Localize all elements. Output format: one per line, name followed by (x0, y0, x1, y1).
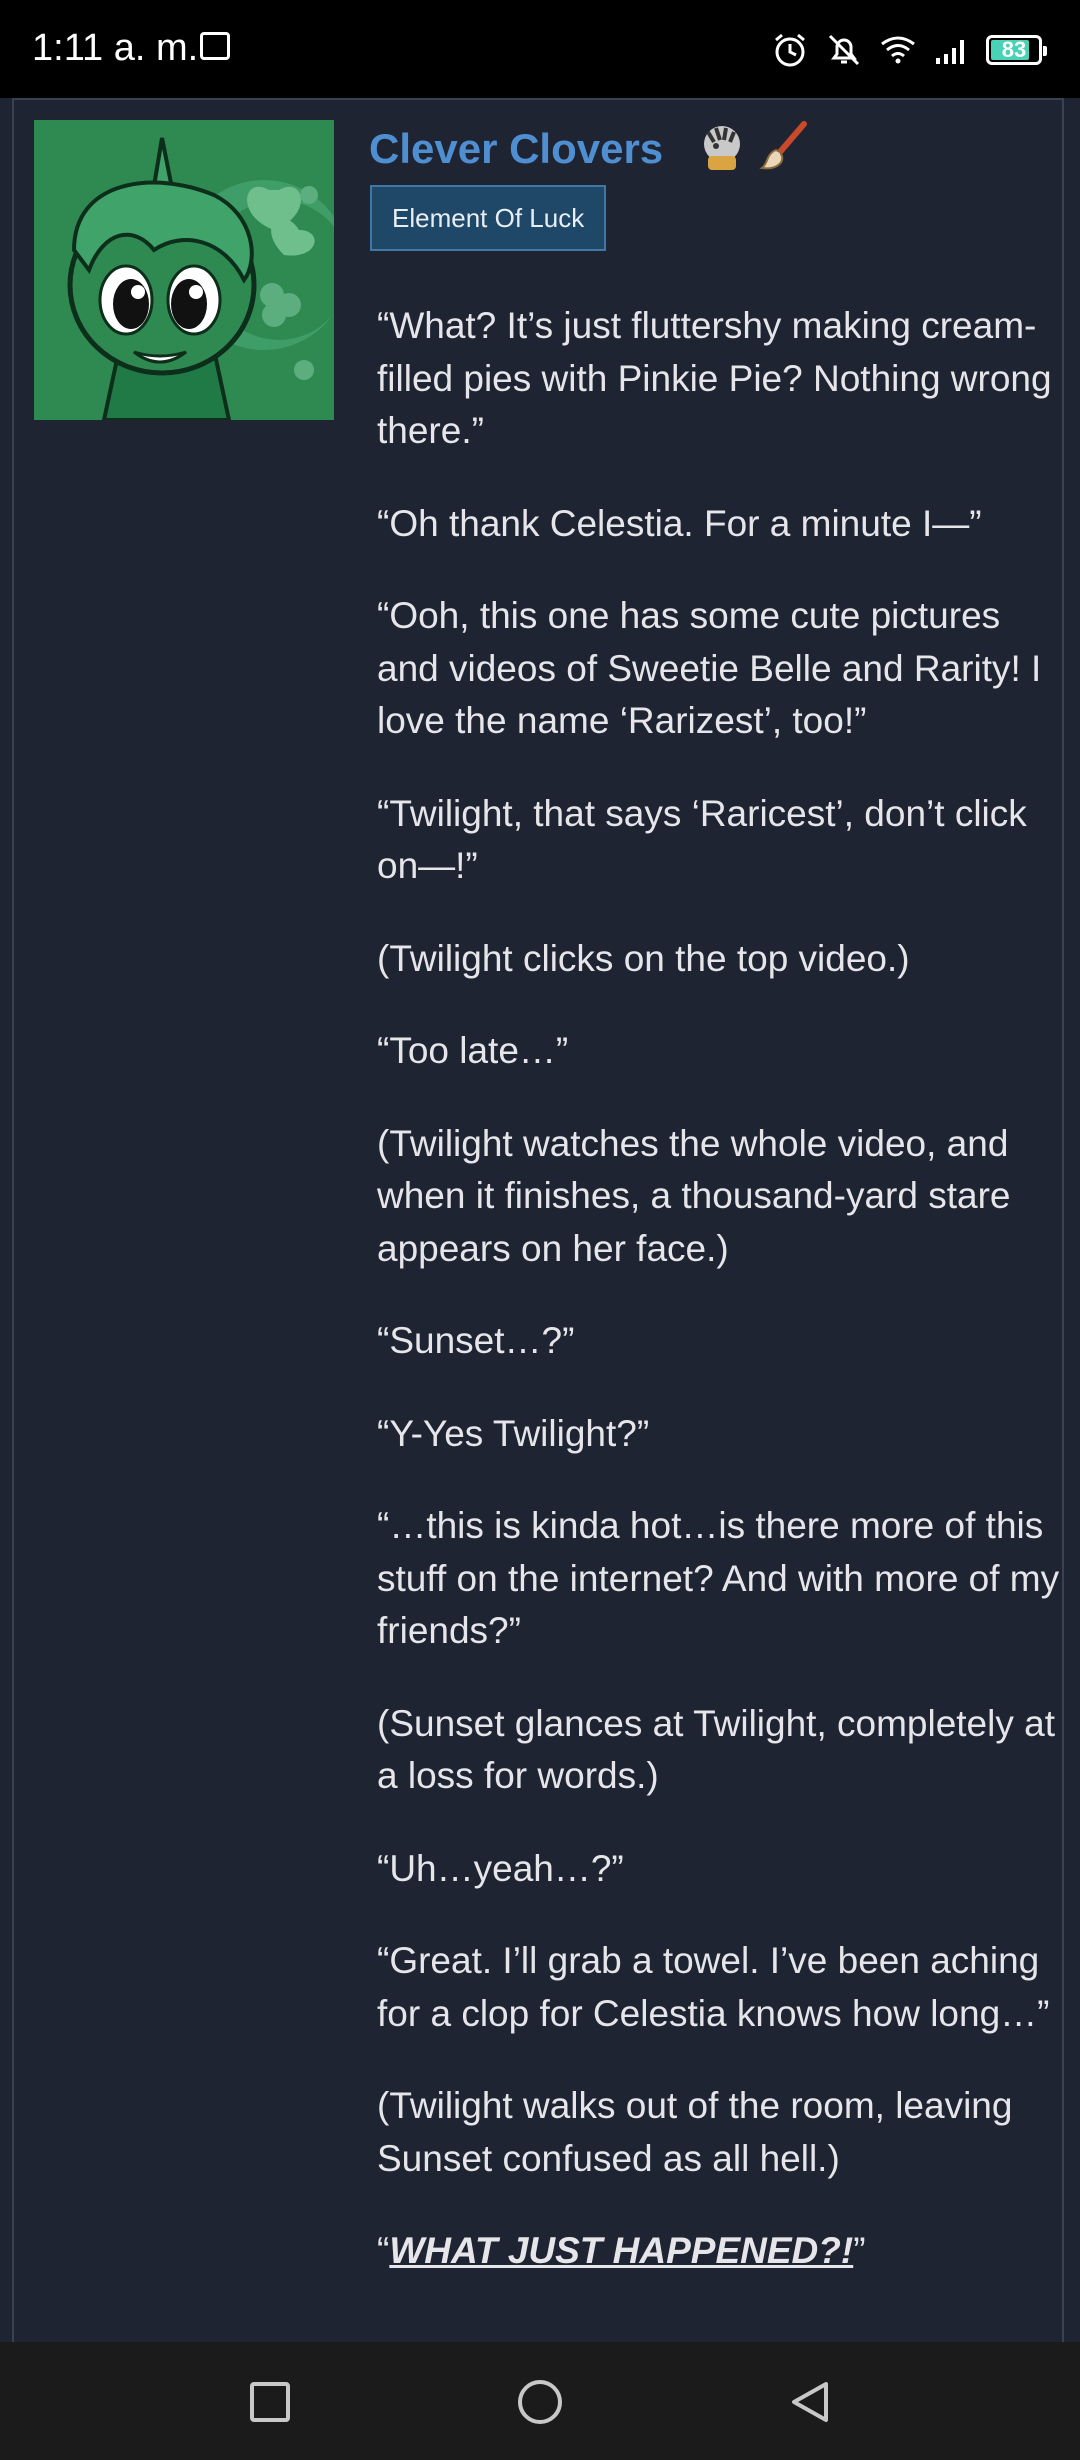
paintbrush-icon (759, 121, 807, 170)
story-paragraph: “Great. I’ll grab a towel. I’ve been ach… (377, 1940, 1050, 2034)
quote-close: ” (853, 2230, 866, 2271)
story-paragraph: “Uh…yeah…?” (377, 1847, 624, 1889)
bell-off-icon (828, 34, 860, 66)
home-button[interactable] (516, 2378, 564, 2426)
status-icons: 83 (770, 28, 1047, 72)
story-paragraph: “What? It’s just fluttershy making cream… (377, 305, 1052, 451)
author-name[interactable]: Clever Clovers (369, 122, 663, 176)
story-paragraph: “Twilight, that says ‘Raricest’, don’t c… (377, 792, 1027, 887)
signal-icon (936, 40, 964, 64)
story-paragraph: “…this is kinda hot…is there more of thi… (377, 1505, 1060, 1651)
navigation-bar (0, 2342, 1080, 2460)
story-text: “What? It’s just fluttershy making cream… (377, 300, 1067, 2318)
author-badges (694, 118, 812, 174)
story-paragraph: (Twilight walks out of the room, leaving… (377, 2085, 1013, 2179)
quote-open: “ (377, 2230, 390, 2271)
story-paragraph: “Y-Yes Twilight?” (377, 1412, 650, 1454)
recents-button[interactable] (246, 2378, 294, 2426)
story-paragraph: (Twilight clicks on the top video.) (377, 937, 910, 979)
gallery-icon (200, 32, 230, 60)
author-avatar[interactable] (34, 120, 334, 420)
zecora-badge-icon (704, 126, 740, 170)
battery-icon: 83 (986, 35, 1047, 65)
story-paragraph: (Twilight watches the whole video, and w… (377, 1122, 1011, 1269)
battery-percent: 83 (1001, 37, 1027, 62)
story-final-line: “WHAT JUST HAPPENED?!” (377, 2225, 1067, 2278)
rank-badge: Element Of Luck (370, 185, 607, 251)
story-paragraph: “Too late…” (377, 1030, 569, 1071)
story-paragraph: “Ooh, this one has some cute pictures an… (377, 595, 1042, 741)
status-bar: 1:11 a. m. 83 (0, 0, 1080, 98)
wifi-icon (881, 36, 915, 64)
post-panel: Clever Clovers Element Of Luck “What? It… (12, 98, 1064, 2342)
story-paragraph: “Sunset…?” (377, 1320, 575, 1361)
status-time: 1:11 a. m. (32, 27, 199, 69)
pony-avatar-image (34, 120, 334, 420)
back-button[interactable] (786, 2378, 834, 2426)
story-paragraph: “Oh thank Celestia. For a minute I—” (377, 502, 982, 544)
shout-text: WHAT JUST HAPPENED?! (389, 2230, 854, 2271)
story-paragraph: (Sunset glances at Twilight, completely … (377, 1702, 1055, 1797)
alarm-icon (775, 33, 805, 67)
